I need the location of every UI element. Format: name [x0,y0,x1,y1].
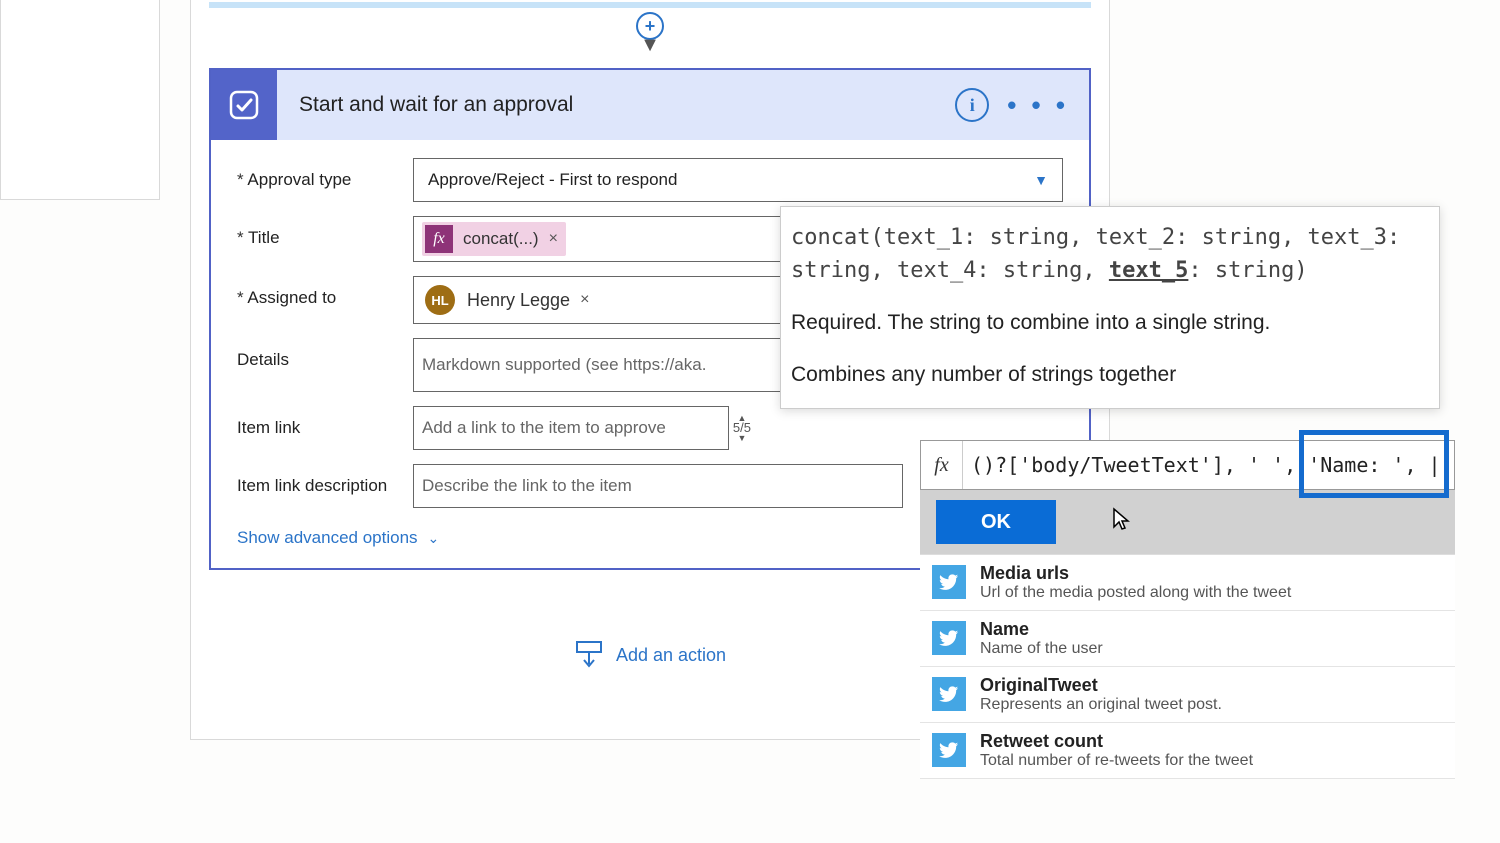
expression-input[interactable]: ()?['body/TweetText'], ' ', 'Name: ', | [963,453,1454,477]
arrow-down-icon: ▼ [640,38,660,52]
previous-card-stub [0,0,160,200]
fx-icon: fx [425,225,453,253]
info-button[interactable]: i [955,88,989,122]
expression-token[interactable]: fx concat(...) × [422,222,566,256]
title-label: * Title [237,216,413,248]
item-desc: Total number of re-tweets for the tweet [980,752,1253,770]
counter: ▲ 5/5 ▼ [733,413,751,443]
add-action-icon [574,640,604,670]
approval-type-label: * Approval type [237,158,413,190]
dynamic-item-retweet-count[interactable]: Retweet countTotal number of re-tweets f… [920,723,1455,779]
signature-text: concat(text_1: string, text_2: string, t… [791,221,1429,287]
item-title: OriginalTweet [980,675,1222,696]
cursor-icon [1112,507,1130,537]
param-description: Required. The string to combine into a s… [791,307,1429,339]
dynamic-content-list: Media urlsUrl of the media posted along … [920,554,1455,779]
item-title: Retweet count [980,731,1253,752]
assigned-to-label: * Assigned to [237,276,413,308]
item-link-desc-input[interactable]: Describe the link to the item [413,464,903,508]
item-desc: Name of the user [980,640,1103,658]
connector: + ▼ [191,8,1109,68]
twitter-icon [932,621,966,655]
details-label: Details [237,338,413,370]
person-token[interactable]: HL Henry Legge × [422,282,597,318]
chevron-down-icon: ⌄ [428,530,440,547]
approval-icon [211,70,277,140]
item-desc: Represents an original tweet post. [980,696,1222,714]
item-link-label: Item link [237,406,413,438]
twitter-icon [932,565,966,599]
item-title: Media urls [980,563,1291,584]
more-options-button[interactable]: • • • [1007,90,1069,121]
show-advanced-link[interactable]: Show advanced options⌄ [237,522,439,548]
dynamic-item-name[interactable]: NameName of the user [920,611,1455,667]
expression-panel: fx ()?['body/TweetText'], ' ', 'Name: ',… [920,440,1455,779]
dynamic-item-original-tweet[interactable]: OriginalTweetRepresents an original twee… [920,667,1455,723]
card-header[interactable]: Start and wait for an approval i • • • [211,70,1089,140]
card-title: Start and wait for an approval [277,93,941,117]
remove-person-button[interactable]: × [580,291,589,309]
dynamic-item-media-urls[interactable]: Media urlsUrl of the media posted along … [920,555,1455,611]
expression-input-row: fx ()?['body/TweetText'], ' ', 'Name: ',… [920,440,1455,490]
remove-token-button[interactable]: × [549,230,558,248]
function-signature-tooltip: concat(text_1: string, text_2: string, t… [780,206,1440,409]
chevron-down-icon: ▼ [1034,172,1048,188]
item-title: Name [980,619,1103,640]
approval-type-select[interactable]: Approve/Reject - First to respond ▼ [413,158,1063,202]
twitter-icon [932,733,966,767]
twitter-icon [932,677,966,711]
ok-row: OK [920,490,1455,554]
item-link-desc-label: Item link description [237,464,413,496]
item-link-input[interactable]: Add a link to the item to approve [413,406,729,450]
ok-button[interactable]: OK [936,500,1056,544]
avatar: HL [425,285,455,315]
item-desc: Url of the media posted along with the t… [980,584,1291,602]
fx-label-icon: fx [921,441,963,489]
function-description: Combines any number of strings together [791,359,1429,391]
